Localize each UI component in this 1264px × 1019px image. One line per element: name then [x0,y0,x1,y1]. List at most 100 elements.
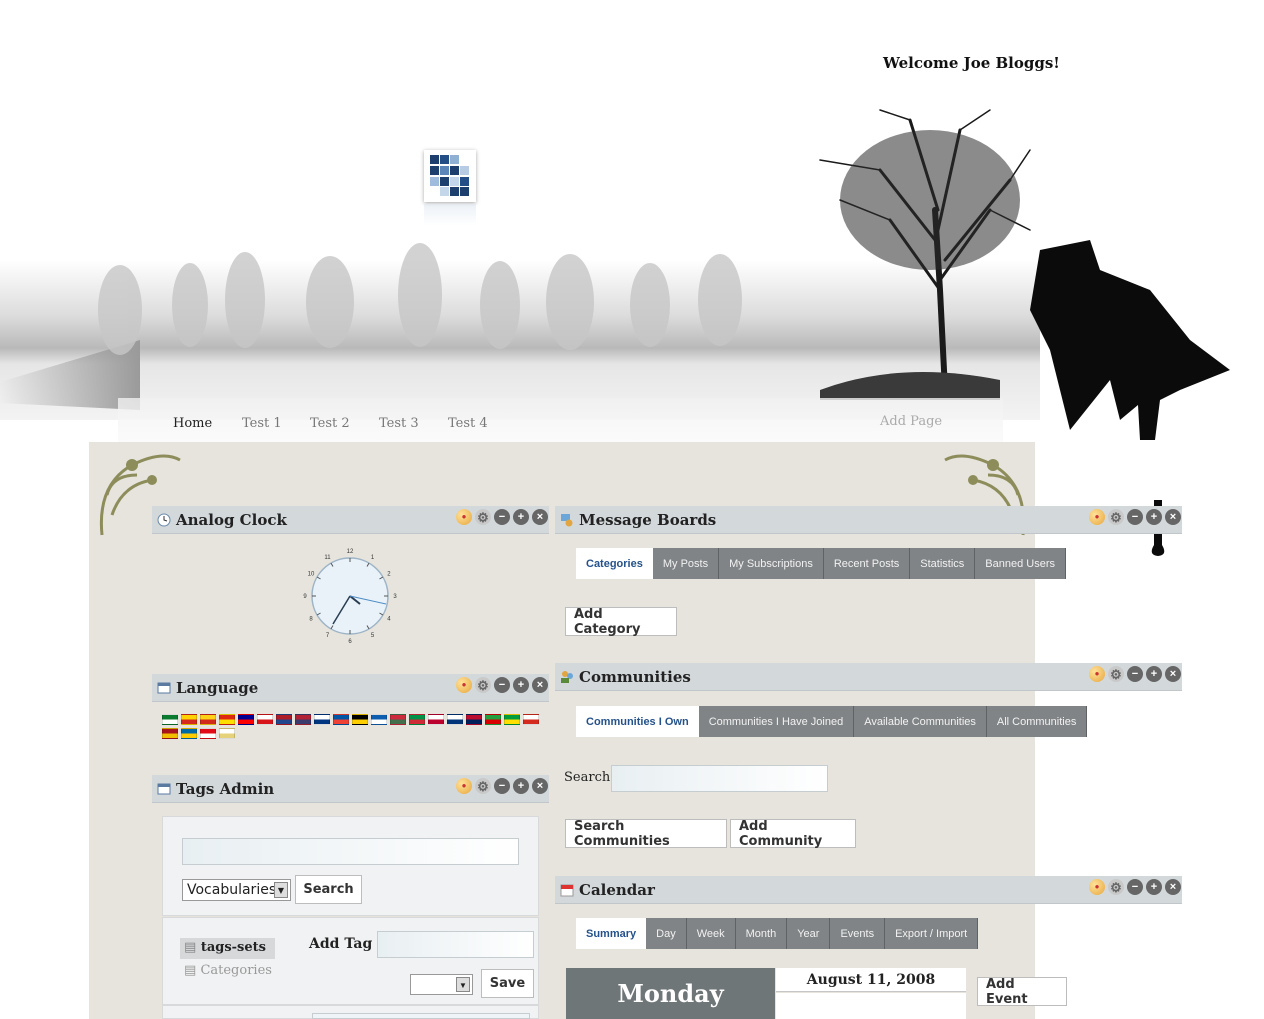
minimize-icon[interactable]: − [1127,666,1143,682]
tab-categories[interactable]: Categories [576,548,653,579]
clock-number: 8 [309,617,313,623]
flag-finnish[interactable] [314,714,330,725]
save-button[interactable]: Save [481,969,534,998]
configuration-icon[interactable]: ⚙ [1108,879,1124,895]
calendar-portlet-header: Calendar ● ⚙ − + × [555,876,1182,904]
close-icon[interactable]: × [532,509,548,525]
configuration-icon[interactable]: ⚙ [475,778,491,794]
calendar-weekday: Monday [566,968,775,1019]
nav-test-4[interactable]: Test 4 [448,416,488,431]
tab-month[interactable]: Month [735,918,788,949]
add-category-button[interactable]: Add Category [565,607,677,637]
add-event-button[interactable]: Add Event [977,977,1067,1007]
clock-number: 11 [324,555,331,561]
minimize-icon[interactable]: − [1127,879,1143,895]
flag-chinese[interactable] [219,714,235,725]
flag-catalan-andorra[interactable] [181,714,197,725]
flag-korean[interactable] [447,714,463,725]
close-icon[interactable]: × [1165,879,1181,895]
flag-arabic[interactable] [162,714,178,725]
close-icon[interactable]: × [1165,666,1181,682]
flag-swedish[interactable] [181,728,197,739]
tab-banned-users[interactable]: Banned Users [975,548,1067,579]
tab-week[interactable]: Week [686,918,736,949]
look-and-feel-icon[interactable]: ● [456,677,472,693]
look-and-feel-icon[interactable]: ● [1089,509,1105,525]
minimize-icon[interactable]: − [494,778,510,794]
maximize-icon[interactable]: + [513,677,529,693]
clock-number: 6 [348,639,352,645]
categories-set-item[interactable]: ▤ Categories [184,963,272,978]
tab-summary[interactable]: Summary [576,918,647,949]
flag-japanese[interactable] [428,714,444,725]
flag-chinese-taiwan[interactable] [238,714,254,725]
flag-greek[interactable] [371,714,387,725]
tab-recent-posts[interactable]: Recent Posts [823,548,911,579]
vocabularies-select[interactable]: Vocabularies ▼ [182,879,291,901]
flag-vietnamese[interactable] [219,728,235,739]
configuration-icon[interactable]: ⚙ [475,509,491,525]
tab-events[interactable]: Events [830,918,886,949]
tag-vocabulary-select[interactable]: ▼ [410,974,473,995]
flag-french[interactable] [333,714,349,725]
calendar-date: August 11, 2008 [776,968,966,992]
close-icon[interactable]: × [1165,509,1181,525]
nav-home[interactable]: Home [173,416,212,431]
minimize-icon[interactable]: − [494,509,510,525]
tab-communities-i-have-joined[interactable]: Communities I Have Joined [698,706,855,737]
configuration-icon[interactable]: ⚙ [475,677,491,693]
communities-search-input[interactable] [611,765,828,792]
configuration-icon[interactable]: ⚙ [1108,666,1124,682]
tab-available-communities[interactable]: Available Communities [854,706,987,737]
tags-set-item[interactable]: ▤ tags-sets [184,940,266,955]
look-and-feel-icon[interactable]: ● [1089,879,1105,895]
tab-export-import[interactable]: Export / Import [885,918,979,949]
flag-norwegian[interactable] [466,714,482,725]
clock-icon [157,513,171,527]
minimize-icon[interactable]: − [1127,509,1143,525]
tab-statistics[interactable]: Statistics [910,548,976,579]
configuration-icon[interactable]: ⚙ [1108,509,1124,525]
nav-test-3[interactable]: Test 3 [379,416,419,431]
flag-spanish[interactable] [162,728,178,739]
tab-communities-i-own[interactable]: Communities I Own [576,706,699,737]
add-page-link[interactable]: Add Page [880,414,942,429]
nav-test-2[interactable]: Test 2 [310,416,350,431]
tags-search-button[interactable]: Search [295,875,362,904]
look-and-feel-icon[interactable]: ● [456,778,472,794]
portlet-title: Tags Admin [176,780,275,798]
maximize-icon[interactable]: + [1146,666,1162,682]
tab-all-communities[interactable]: All Communities [986,706,1088,737]
tab-day[interactable]: Day [646,918,687,949]
look-and-feel-icon[interactable]: ● [456,509,472,525]
minimize-icon[interactable]: − [494,677,510,693]
look-and-feel-icon[interactable]: ● [1089,666,1105,682]
flag-czech[interactable] [257,714,273,725]
flag-portuguese[interactable] [504,714,520,725]
close-icon[interactable]: × [532,677,548,693]
add-tag-input[interactable] [377,931,534,958]
flag-catalan[interactable] [200,714,216,725]
maximize-icon[interactable]: + [513,778,529,794]
maximize-icon[interactable]: + [1146,879,1162,895]
flag-russian[interactable] [523,714,539,725]
add-community-button[interactable]: Add Community [730,819,856,849]
tab-year[interactable]: Year [787,918,831,949]
flag-german[interactable] [352,714,368,725]
tags-search-input[interactable] [182,838,519,865]
tab-my-subscriptions[interactable]: My Subscriptions [719,548,824,579]
flag-italian[interactable] [409,714,425,725]
close-icon[interactable]: × [532,778,548,794]
portlet-icon [157,783,171,795]
flag-dutch[interactable] [276,714,292,725]
flag-turkish[interactable] [200,728,216,739]
tab-my-posts[interactable]: My Posts [652,548,720,579]
search-communities-button[interactable]: Search Communities [565,819,727,849]
nav-test-1[interactable]: Test 1 [242,416,282,431]
flag-hungarian[interactable] [390,714,406,725]
analog-clock-portlet-header: Analog Clock ● ⚙ − + × [152,506,549,534]
maximize-icon[interactable]: + [1146,509,1162,525]
flag-persian[interactable] [485,714,501,725]
flag-english[interactable] [295,714,311,725]
maximize-icon[interactable]: + [513,509,529,525]
